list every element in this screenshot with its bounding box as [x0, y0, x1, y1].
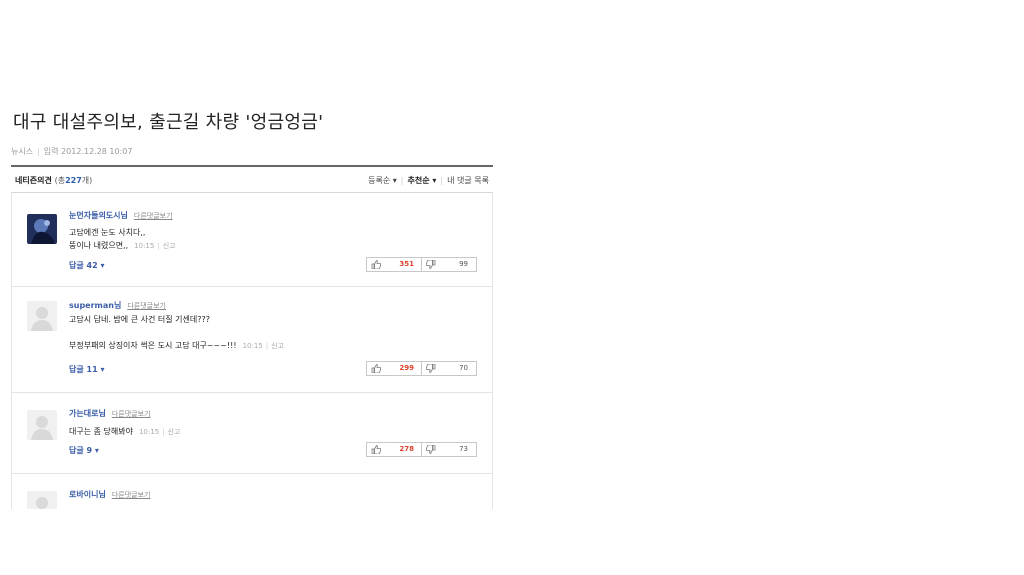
thumbs-up-icon	[371, 445, 382, 456]
comment-author[interactable]: 로바이니님 다른댓글보기	[69, 489, 150, 500]
user-silhouette-icon	[27, 410, 57, 440]
avatar[interactable]	[27, 491, 57, 509]
like-button[interactable]: 351	[367, 258, 422, 271]
caret-down-icon: ▾	[432, 176, 437, 185]
like-count: 278	[399, 445, 414, 453]
caret-down-icon: ▾	[94, 446, 99, 455]
dislike-count: 70	[459, 364, 468, 372]
avatar[interactable]	[27, 214, 57, 244]
article-source[interactable]: 뉴시스	[11, 147, 33, 156]
other-comments-link[interactable]: 다른댓글보기	[112, 491, 151, 499]
comment-text: 대구는 좀 당해봐야 10:15 | 신고	[69, 427, 181, 436]
vote-box: 278 73	[366, 442, 477, 457]
article-meta: 뉴시스 | 입력 2012.12.28 10:07	[11, 147, 133, 156]
user-silhouette-icon	[27, 301, 57, 331]
comment-time: 10:15	[138, 428, 160, 436]
comment-author[interactable]: 눈먼자들의도시님 다른댓글보기	[69, 210, 173, 221]
input-label: 입력	[43, 147, 59, 156]
comments-header: 네티즌의견 (총227개) 등록순 ▾ | 추천순 ▾ | 내 댓글 목록	[11, 167, 493, 193]
comment-count: 227	[65, 176, 82, 185]
comments-section: 네티즌의견 (총227개) 등록순 ▾ | 추천순 ▾ | 내 댓글 목록 눈먼…	[11, 165, 493, 509]
article-title: 대구 대설주의보, 출근길 차량 '엉금엉금'	[13, 112, 324, 133]
vote-box: 351 99	[366, 257, 477, 272]
dislike-button[interactable]: 73	[422, 443, 476, 456]
comment-author[interactable]: superman님 다른댓글보기	[69, 300, 166, 311]
comment-item: 가는대로님 다른댓글보기 대구는 좀 당해봐야 10:15 | 신고 답글 9 ▾ 27…	[12, 393, 492, 474]
replies-toggle[interactable]: 답글 42 ▾	[69, 260, 104, 271]
sort-recommended[interactable]: 추천순 ▾	[408, 176, 437, 185]
other-comments-link[interactable]: 다른댓글보기	[127, 302, 166, 310]
replies-toggle[interactable]: 답글 9 ▾	[69, 445, 99, 456]
comments-title: 네티즌의견 (총227개)	[15, 176, 93, 185]
thumbs-up-icon	[371, 260, 382, 271]
thumbs-up-icon	[371, 364, 382, 375]
article-date: 2012.12.28 10:07	[61, 147, 133, 156]
caret-down-icon: ▾	[100, 261, 105, 270]
dislike-count: 99	[459, 260, 468, 268]
dislike-button[interactable]: 70	[422, 362, 476, 375]
comment-item: 눈먼자들의도시님 다른댓글보기 고담에겐 눈도 사치다,, 뚱이나 내렸으면,, 1…	[12, 193, 492, 287]
comment-item: superman님 다른댓글보기 고담시 답네. 밤에 큰 사건 터질 기센데??…	[12, 287, 492, 393]
replies-toggle[interactable]: 답글 11 ▾	[69, 364, 104, 375]
other-comments-link[interactable]: 다른댓글보기	[134, 212, 173, 220]
sort-options: 등록순 ▾ | 추천순 ▾ | 내 댓글 목록	[368, 176, 489, 185]
like-count: 351	[399, 260, 414, 268]
report-link[interactable]: 신고	[168, 428, 181, 436]
thumbs-down-icon	[425, 259, 436, 271]
comment-time: 10:15	[134, 242, 155, 250]
dislike-button[interactable]: 99	[422, 258, 476, 271]
other-comments-link[interactable]: 다른댓글보기	[112, 410, 151, 418]
comment-item: 로바이니님 다른댓글보기	[12, 474, 492, 509]
thumbs-down-icon	[425, 444, 436, 456]
comment-list: 눈먼자들의도시님 다른댓글보기 고담에겐 눈도 사치다,, 뚱이나 내렸으면,, 1…	[11, 193, 493, 509]
comment-author[interactable]: 가는대로님 다른댓글보기	[69, 408, 150, 419]
report-link[interactable]: 신고	[163, 242, 176, 250]
user-silhouette-icon	[27, 491, 57, 509]
sort-registered[interactable]: 등록순 ▾	[368, 176, 397, 185]
dislike-count: 73	[459, 445, 468, 453]
avatar[interactable]	[27, 410, 57, 440]
caret-down-icon: ▾	[392, 176, 397, 185]
my-comments-link[interactable]: 내 댓글 목록	[447, 176, 489, 185]
like-button[interactable]: 299	[367, 362, 422, 375]
like-button[interactable]: 278	[367, 443, 422, 456]
thumbs-down-icon	[425, 363, 436, 375]
like-count: 299	[399, 364, 414, 372]
comment-text: 고담시 답네. 밤에 큰 사건 터질 기센데??? 부정부패의 상징이자 썩은 …	[69, 315, 285, 350]
avatar[interactable]	[27, 301, 57, 331]
comment-time: 10:15	[242, 342, 263, 350]
caret-down-icon: ▾	[100, 365, 105, 374]
vote-box: 299 70	[366, 361, 477, 376]
comment-text: 고담에겐 눈도 사치다,, 뚱이나 내렸으면,, 10:15 | 신고	[69, 228, 176, 250]
report-link[interactable]: 신고	[271, 342, 284, 350]
